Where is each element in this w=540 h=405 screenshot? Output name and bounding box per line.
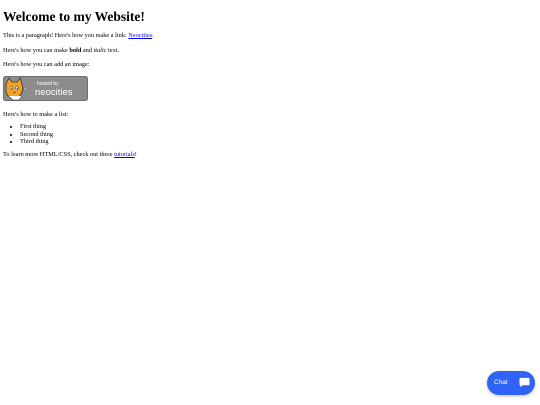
- intro-paragraph: This is a paragraph! Here's how you make…: [3, 32, 154, 39]
- page-content: Welcome to my Website! This is a paragra…: [3, 0, 533, 165]
- list-intro: Here's how to make a list:: [3, 110, 69, 118]
- italic-text: italic: [93, 46, 107, 54]
- badge-big-text: neocities: [35, 87, 73, 98]
- tutorials-paragraph: To learn more HTML/CSS, check out these …: [3, 150, 137, 158]
- sample-list: First thing Second thing Third thing: [3, 123, 533, 146]
- neocities-link[interactable]: Neocities: [128, 32, 152, 39]
- list-item: Second thing: [20, 131, 533, 139]
- bold-text: bold: [69, 46, 82, 54]
- hosted-by-neocities-badge: hosted by neocities: [3, 75, 88, 101]
- chat-button[interactable]: Chat: [487, 371, 535, 395]
- formatting-paragraph: Here's how you can make bold and italic …: [3, 46, 120, 54]
- image-paragraph: Here's how you can add an image:: [3, 61, 90, 68]
- list-item: Third thing: [20, 138, 533, 146]
- page-title: Welcome to my Website!: [3, 9, 145, 24]
- chat-label: Chat: [494, 378, 508, 386]
- list-item: First thing: [20, 123, 533, 131]
- tutorials-link[interactable]: tutorials: [114, 151, 135, 158]
- chat-bubble-icon: [519, 377, 530, 388]
